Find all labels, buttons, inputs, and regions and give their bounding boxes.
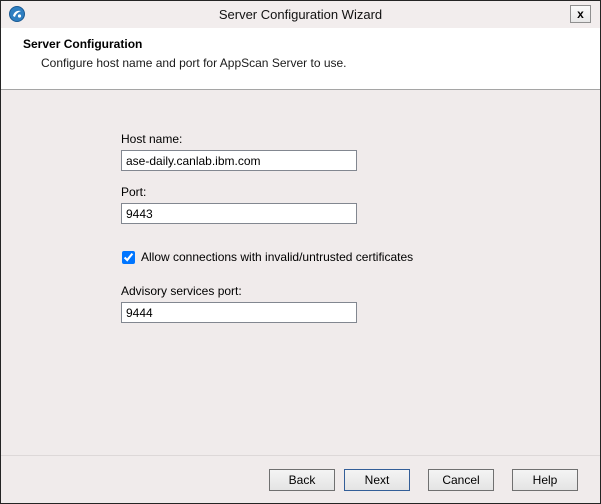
host-name-label: Host name: — [121, 132, 600, 146]
appscan-icon — [9, 6, 25, 22]
allow-invalid-certificates-checkbox[interactable] — [122, 251, 135, 264]
cancel-button[interactable]: Cancel — [428, 469, 494, 491]
titlebar[interactable]: Server Configuration Wizard x — [1, 1, 600, 28]
window-title: Server Configuration Wizard — [1, 7, 600, 22]
port-label: Port: — [121, 185, 600, 199]
host-name-input[interactable] — [121, 150, 357, 171]
page-subtitle: Configure host name and port for AppScan… — [41, 56, 600, 70]
server-configuration-wizard-window: Server Configuration Wizard x Server Con… — [0, 0, 601, 504]
help-button[interactable]: Help — [512, 469, 578, 491]
wizard-content: Host name: Port: Allow connections with … — [1, 90, 600, 455]
next-button[interactable]: Next — [344, 469, 410, 491]
back-button[interactable]: Back — [269, 469, 335, 491]
port-field-group: Port: — [121, 185, 600, 224]
button-bar: Back Next Cancel Help — [1, 455, 600, 503]
advisory-services-port-input[interactable] — [121, 302, 357, 323]
advisory-port-field-group: Advisory services port: — [121, 284, 600, 323]
port-input[interactable] — [121, 203, 357, 224]
host-name-field-group: Host name: — [121, 132, 600, 171]
allow-invalid-certificates-label: Allow connections with invalid/untrusted… — [141, 250, 413, 264]
close-icon[interactable]: x — [570, 5, 591, 23]
wizard-header: Server Configuration Configure host name… — [1, 28, 600, 90]
page-title: Server Configuration — [23, 37, 600, 51]
advisory-services-port-label: Advisory services port: — [121, 284, 600, 298]
certificates-checkbox-row: Allow connections with invalid/untrusted… — [122, 250, 600, 264]
